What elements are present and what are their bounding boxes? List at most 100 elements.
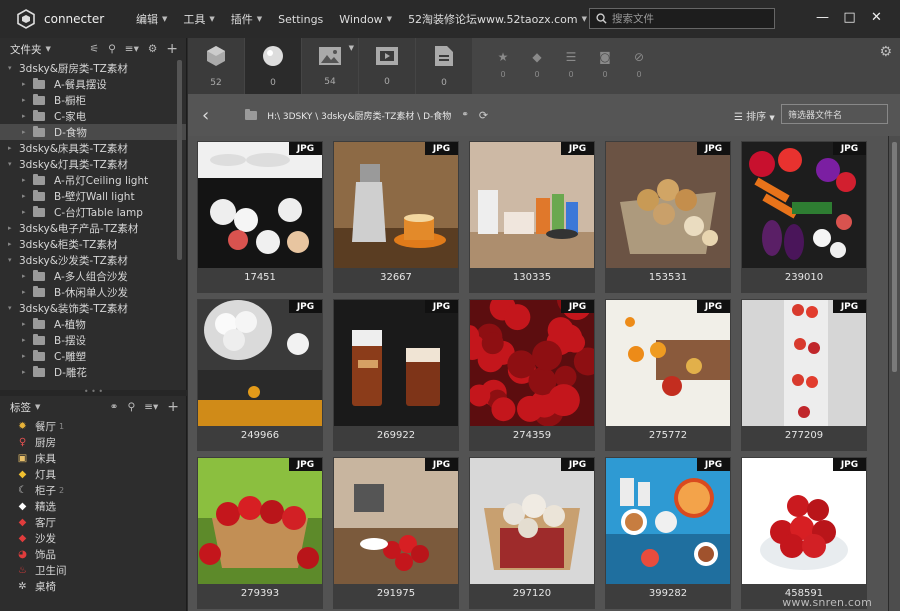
menu-5[interactable]: Window ▼: [331, 13, 400, 26]
chevron-right-icon[interactable]: ▸: [22, 208, 30, 216]
asset-card[interactable]: JPG 32667: [333, 141, 459, 293]
chevron-right-icon[interactable]: ▸: [22, 272, 30, 280]
search-icon[interactable]: ⚲: [127, 401, 135, 413]
menu-4[interactable]: Settings: [270, 13, 331, 26]
tag-item[interactable]: ☾ 柜子 2: [0, 482, 187, 498]
chevron-right-icon[interactable]: ▸: [8, 240, 16, 248]
folder-scrollbar[interactable]: [177, 60, 182, 260]
add-icon[interactable]: +: [166, 41, 178, 57]
tags-title[interactable]: 标签: [10, 400, 31, 415]
chevron-right-icon[interactable]: ▸: [22, 320, 30, 328]
chevron-right-icon[interactable]: ▸: [22, 288, 30, 296]
chevron-down-icon[interactable]: ▼: [46, 45, 51, 53]
chevron-down-icon[interactable]: ▼: [349, 44, 354, 52]
tag-item[interactable]: ✲ 桌椅: [0, 578, 187, 594]
chevron-down-icon[interactable]: ▾: [8, 160, 16, 168]
folder-tree-item[interactable]: ▸ 3dsky&床具类-TZ素材: [0, 140, 186, 156]
thumbnail-image[interactable]: [470, 300, 594, 426]
thumbnail-image[interactable]: [334, 458, 458, 584]
asset-card[interactable]: JPG 275772: [605, 299, 731, 451]
type-tab-image[interactable]: ▼ 54: [302, 38, 358, 94]
link-icon[interactable]: ⚭: [461, 110, 469, 120]
thumbnail-image[interactable]: [742, 300, 866, 426]
refresh-icon[interactable]: ⟳: [479, 109, 488, 122]
filter-tab-tag[interactable]: ◆ 0: [520, 50, 554, 79]
chevron-right-icon[interactable]: ▸: [22, 368, 30, 376]
folder-tree-item[interactable]: ▸ B-休闲单人沙发: [0, 284, 186, 300]
asset-card[interactable]: JPG 277209: [741, 299, 867, 451]
gear-icon[interactable]: ⚙: [148, 43, 157, 55]
type-tab-sphere[interactable]: 0: [245, 38, 301, 94]
folder-tree-item[interactable]: ▸ D-食物: [0, 124, 186, 140]
asset-card[interactable]: JPG 269922: [333, 299, 459, 451]
tag-item[interactable]: ▣ 床具: [0, 450, 187, 466]
grid-scrollbar[interactable]: [889, 136, 900, 611]
folder-tree-item[interactable]: ▸ C-家电: [0, 108, 186, 124]
magic-wand-icon[interactable]: ⚟: [90, 43, 99, 55]
asset-card[interactable]: JPG 279393: [197, 457, 323, 609]
chevron-right-icon[interactable]: ▸: [8, 224, 16, 232]
folder-tree-item[interactable]: ▸ A-植物: [0, 316, 186, 332]
asset-card[interactable]: JPG 239010: [741, 141, 867, 293]
filter-tab-camera[interactable]: ◙ 0: [588, 50, 622, 79]
folder-tree-item[interactable]: ▾ 3dsky&装饰类-TZ素材: [0, 300, 186, 316]
chevron-right-icon[interactable]: ▸: [22, 80, 30, 88]
thumbnail-image[interactable]: [470, 142, 594, 268]
thumbnail-image[interactable]: [742, 458, 866, 584]
asset-card[interactable]: JPG 153531: [605, 141, 731, 293]
chevron-right-icon[interactable]: ▸: [22, 176, 30, 184]
tag-item[interactable]: ♀ 厨房: [0, 434, 187, 450]
folder-tree-item[interactable]: ▸ C-雕塑: [0, 348, 186, 364]
asset-card[interactable]: JPG 297120: [469, 457, 595, 609]
asset-card[interactable]: JPG 458591: [741, 457, 867, 609]
folder-tree-item[interactable]: ▾ 3dsky&灯具类-TZ素材: [0, 156, 186, 172]
scrollbar-thumb[interactable]: [892, 142, 897, 372]
link-icon[interactable]: ⚭: [110, 401, 119, 413]
menu-6[interactable]: 52淘装修论坛www.52taozx.com ▼: [400, 11, 595, 27]
asset-card[interactable]: JPG 274359: [469, 299, 595, 451]
tag-item[interactable]: ◆ 沙发: [0, 530, 187, 546]
chevron-right-icon[interactable]: ▸: [22, 112, 30, 120]
folder-tree-item[interactable]: ▸ B-摆设: [0, 332, 186, 348]
asset-card[interactable]: JPG 249966: [197, 299, 323, 451]
filter-tab-star[interactable]: ★ 0: [486, 50, 520, 79]
tag-item[interactable]: ♨ 卫生间: [0, 562, 187, 578]
thumbnail-image[interactable]: [198, 300, 322, 426]
chevron-right-icon[interactable]: ▸: [22, 352, 30, 360]
tag-item[interactable]: ◆ 客厅: [0, 514, 187, 530]
type-tab-document[interactable]: 0: [416, 38, 472, 94]
asset-card[interactable]: JPG 399282: [605, 457, 731, 609]
add-icon[interactable]: +: [167, 399, 179, 415]
menu-3[interactable]: 插件 ▼: [223, 11, 270, 27]
chevron-down-icon[interactable]: ▾: [8, 256, 16, 264]
thumbnail-image[interactable]: [334, 142, 458, 268]
maximize-button[interactable]: □: [836, 8, 863, 26]
chevron-right-icon[interactable]: ▸: [22, 336, 30, 344]
gear-icon[interactable]: ⚙: [879, 44, 892, 60]
chevron-down-icon[interactable]: ▾: [8, 64, 16, 72]
folder-tree-item[interactable]: ▸ 3dsky&电子产品-TZ素材: [0, 220, 186, 236]
minimize-button[interactable]: —: [809, 8, 836, 26]
chevron-right-icon[interactable]: ▸: [22, 128, 30, 136]
folder-tree-item[interactable]: ▸ D-雕花: [0, 364, 186, 380]
menu-2[interactable]: 工具 ▼: [175, 11, 222, 27]
asset-card[interactable]: JPG 17451: [197, 141, 323, 293]
thumbnail-image[interactable]: [198, 458, 322, 584]
sort-icon[interactable]: ≡▾: [125, 43, 139, 55]
breadcrumb[interactable]: H:\ 3DSKY \ 3dsky&厨房类-TZ素材 \ D-食物: [267, 109, 451, 122]
menu-1[interactable]: 编辑 ▼: [128, 11, 175, 27]
folder-tree-item[interactable]: ▸ 3dsky&柜类-TZ素材: [0, 236, 186, 252]
folder-tree-item[interactable]: ▸ A-吊灯Ceiling light: [0, 172, 186, 188]
chevron-down-icon[interactable]: ▼: [35, 403, 40, 411]
thumbnail-image[interactable]: [198, 142, 322, 268]
filter-tab-block[interactable]: ⊘ 0: [622, 50, 656, 79]
thumbnail-image[interactable]: [606, 142, 730, 268]
chevron-right-icon[interactable]: ▸: [22, 192, 30, 200]
tag-item[interactable]: ◕ 饰品: [0, 546, 187, 562]
sort-icon[interactable]: ≡▾: [144, 401, 158, 413]
type-tab-cube[interactable]: 52: [188, 38, 244, 94]
tag-item[interactable]: ✹ 餐厅 1: [0, 418, 187, 434]
folder-tree-item[interactable]: ▸ C-台灯Table lamp: [0, 204, 186, 220]
folder-tree-item[interactable]: ▾ 3dsky&沙发类-TZ素材: [0, 252, 186, 268]
thumbnail-image[interactable]: [742, 142, 866, 268]
